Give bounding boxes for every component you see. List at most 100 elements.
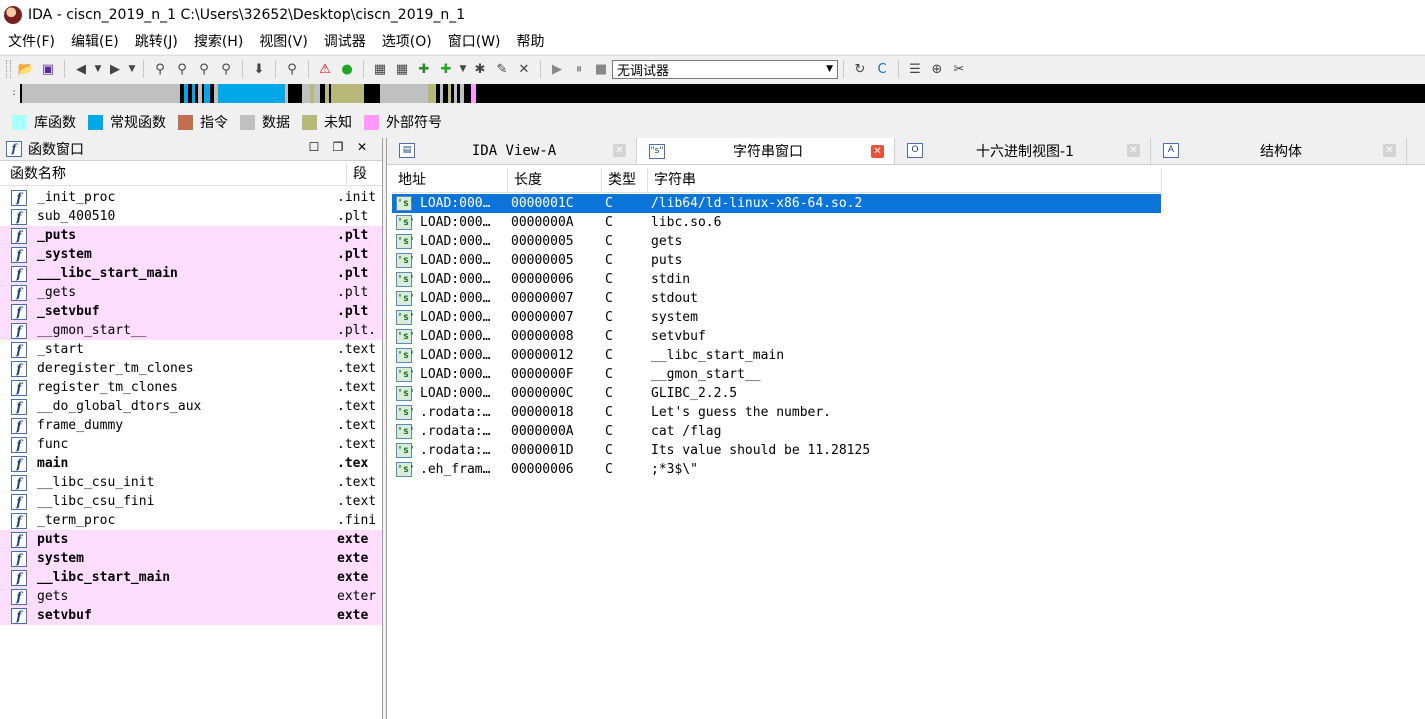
function-row[interactable]: f func .text [0, 435, 382, 454]
function-row[interactable]: f __libc_csu_fini .text [0, 492, 382, 511]
restore-icon[interactable]: ❐ [326, 140, 350, 154]
menu-jump[interactable]: 跳转(J) [127, 30, 186, 54]
search-next-icon[interactable]: ⚲ [216, 59, 236, 79]
function-row[interactable]: f _gets .plt [0, 283, 382, 302]
warning-icon[interactable]: ⚠ [315, 59, 335, 79]
add-green-icon[interactable]: ✚ [436, 59, 456, 79]
add-dropdown-icon[interactable]: ▼ [458, 59, 468, 79]
navigation-band[interactable]: : [8, 84, 1425, 103]
undefine-icon[interactable]: ✕ [514, 59, 534, 79]
menu-windows[interactable]: 窗口(W) [440, 30, 509, 54]
close-icon[interactable]: ✕ [1127, 144, 1140, 157]
function-row[interactable]: f sub_400510 .plt [0, 207, 382, 226]
function-row[interactable]: f puts exte [0, 530, 382, 549]
menu-file[interactable]: 文件(F) [0, 30, 63, 54]
tab-ida-view-a[interactable]: ▤ IDA View-A ✕ [387, 138, 637, 163]
pause-icon[interactable]: ⏸ [569, 59, 589, 79]
string-row[interactable]: 's' LOAD:000… 00000007 Csystem [392, 308, 1161, 327]
back-icon[interactable]: ◀ [71, 59, 91, 79]
string-icon: 's' [396, 196, 416, 211]
function-row[interactable]: f _puts .plt [0, 226, 382, 245]
string-row[interactable]: 's' LOAD:000… 00000008 Csetvbuf [392, 327, 1161, 346]
close-icon[interactable]: ✕ [1383, 144, 1396, 157]
jump-down-icon[interactable]: ⬇ [249, 59, 269, 79]
breakpoint-icon[interactable]: ⊕ [927, 59, 947, 79]
close-icon[interactable]: ✕ [613, 144, 626, 157]
close-icon[interactable]: ✕ [871, 144, 884, 158]
menu-search[interactable]: 搜索(H) [186, 30, 251, 54]
function-row[interactable]: f __libc_csu_init .text [0, 473, 382, 492]
function-row[interactable]: f _system .plt [0, 245, 382, 264]
stop-icon[interactable]: ■ [591, 59, 611, 79]
debugger-select[interactable]: 无调试器 ▼ [612, 59, 838, 79]
menu-edit[interactable]: 编辑(E) [63, 30, 127, 54]
function-row[interactable]: f frame_dummy .text [0, 416, 382, 435]
function-row[interactable]: f _term_proc .fini [0, 511, 382, 530]
string-row[interactable]: 's' .rodata:… 0000000A Ccat /flag [392, 422, 1161, 441]
string-row[interactable]: 's' LOAD:000… 0000000A Clibc.so.6 [392, 213, 1161, 232]
function-row[interactable]: f deregister_tm_clones .text [0, 359, 382, 378]
function-row[interactable]: f __gmon_start__ .plt. [0, 321, 382, 340]
function-row[interactable]: f gets exter [0, 587, 382, 606]
back-dropdown-icon[interactable]: ▼ [93, 59, 103, 79]
edit-icon[interactable]: ✎ [492, 59, 512, 79]
function-row[interactable]: f main .tex [0, 454, 382, 473]
string-row[interactable]: 's' LOAD:000… 0000000C C GLIBC_2.2.5 [392, 384, 1161, 403]
maximize-icon[interactable]: ☐ [302, 140, 326, 154]
tab-strings[interactable]: "s" 字符串窗口 ✕ [637, 138, 895, 164]
function-row[interactable]: f __libc_start_main exte [0, 568, 382, 587]
string-row[interactable]: 's' LOAD:000… 0000001C C/lib64/ld-linux-x86… [392, 194, 1161, 213]
save-icon[interactable]: ▣ [38, 59, 58, 79]
list-icon[interactable]: ☰ [905, 59, 925, 79]
toolbar-grip[interactable] [6, 60, 11, 78]
struct-icon[interactable]: ✱ [470, 59, 490, 79]
text-search-icon[interactable]: ⚲ [172, 59, 192, 79]
open-icon[interactable]: 📂 [16, 59, 36, 79]
string-row[interactable]: 's' .rodata:… 0000001D C Its value should be… [392, 441, 1161, 460]
column-header-name[interactable]: 函数名称 [0, 163, 347, 183]
immediate-search-icon[interactable]: ⚲ [194, 59, 214, 79]
forward-dropdown-icon[interactable]: ▼ [127, 59, 137, 79]
string-row[interactable]: 's' .rodata:… 00000018 C Let's guess the num… [392, 403, 1161, 422]
menu-debugger[interactable]: 调试器 [316, 30, 374, 54]
menu-options[interactable]: 选项(O) [374, 30, 440, 54]
column-header-length[interactable]: 长度 [508, 168, 602, 192]
string-row[interactable]: 's' LOAD:000… 0000000F C __gmon_start__ [392, 365, 1161, 384]
forward-icon[interactable]: ▶ [105, 59, 125, 79]
function-row[interactable]: f _init_proc .init [0, 188, 382, 207]
tools-icon[interactable]: ✂ [949, 59, 969, 79]
string-length: 0000001C [511, 196, 574, 211]
string-row[interactable]: 's' LOAD:000… 00000006 Cstdin [392, 270, 1161, 289]
green-circle-icon[interactable]: ● [337, 59, 357, 79]
tab-hex-view[interactable]: O 十六进制视图-1 ✕ [895, 138, 1151, 163]
function-row[interactable]: f setvbuf exte [0, 606, 382, 625]
string-row[interactable]: 's' LOAD:000… 00000007 Cstdout [392, 289, 1161, 308]
data-icon[interactable]: ▦ [392, 59, 412, 79]
function-row[interactable]: f _setvbuf .plt [0, 302, 382, 321]
function-row[interactable]: f register_tm_clones .text [0, 378, 382, 397]
column-header-address[interactable]: 地址 [392, 168, 508, 192]
function-row[interactable]: f ___libc_start_main .plt [0, 264, 382, 283]
binary-search-icon[interactable]: ⚲ [150, 59, 170, 79]
menu-help[interactable]: 帮助 [509, 30, 553, 54]
zoom-icon[interactable]: ⚲ [282, 59, 302, 79]
debug-c-icon[interactable]: C [872, 59, 892, 79]
play-icon[interactable]: ▶ [547, 59, 567, 79]
column-header-segment[interactable]: 段 [347, 163, 367, 183]
close-icon[interactable]: ✕ [350, 140, 374, 154]
string-row[interactable]: 's' LOAD:000… 00000012 C __libc_start_main [392, 346, 1161, 365]
add-icon[interactable]: ✚ [414, 59, 434, 79]
function-row[interactable]: f system exte [0, 549, 382, 568]
menu-view[interactable]: 视图(V) [251, 30, 316, 54]
string-row[interactable]: 's' LOAD:000… 00000005 Cputs [392, 251, 1161, 270]
function-row[interactable]: f __do_global_dtors_aux .text [0, 397, 382, 416]
string-row[interactable]: 's' .eh_fram… 00000006 C ;*3$\" [392, 460, 1161, 479]
code-icon[interactable]: ▦ [370, 59, 390, 79]
string-row[interactable]: 's' LOAD:000… 00000005 Cgets [392, 232, 1161, 251]
tab-structures[interactable]: A 结构体 ✕ [1151, 138, 1407, 163]
column-header-string[interactable]: 字符串 [648, 168, 1162, 192]
function-row[interactable]: f _start .text [0, 340, 382, 359]
refresh-icon[interactable]: ↻ [850, 59, 870, 79]
function-name: __gmon_start__ [37, 323, 147, 338]
column-header-type[interactable]: 类型 [602, 168, 648, 192]
